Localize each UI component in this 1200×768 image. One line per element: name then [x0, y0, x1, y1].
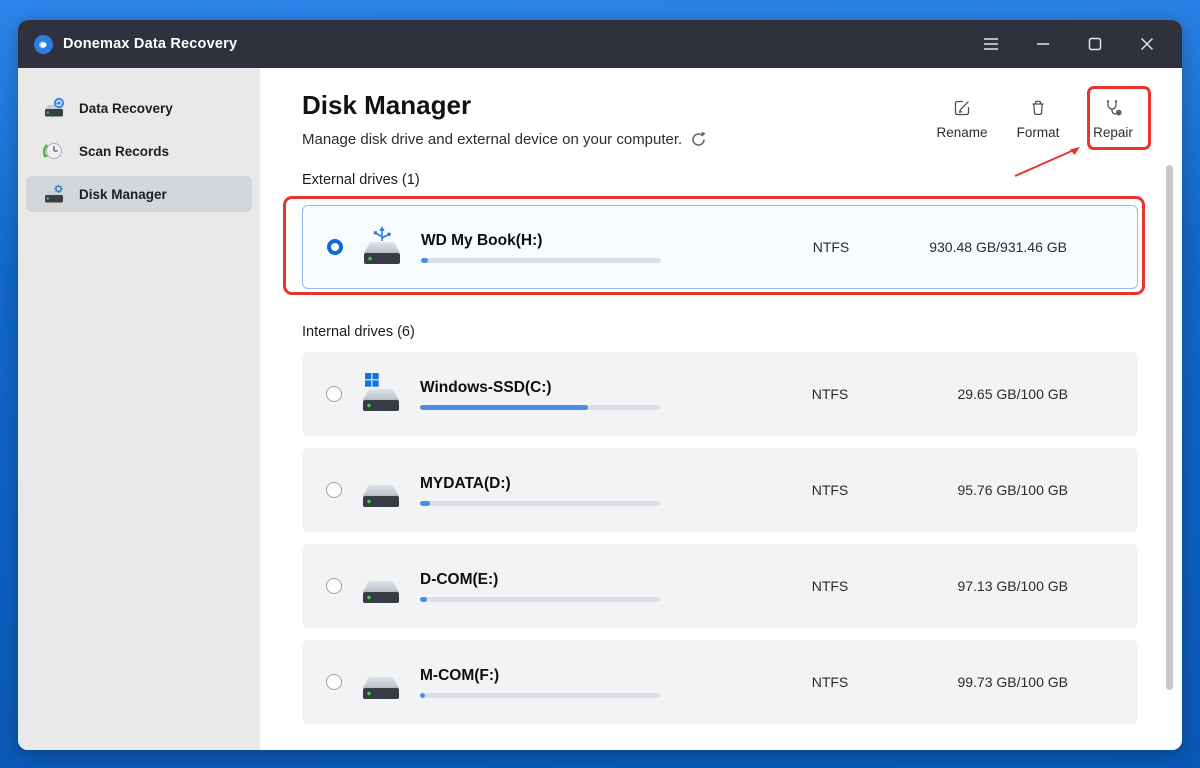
section-internal-drives: Internal drives (6): [302, 324, 415, 340]
drive-name: M-COM(F:): [420, 666, 500, 684]
usage-bar: [421, 257, 661, 263]
minimize-icon[interactable]: [1030, 29, 1056, 59]
disk-gear-icon: [45, 184, 63, 203]
usb-drive-icon: [364, 226, 400, 264]
format-trash-icon: [1032, 100, 1044, 116]
subtitle-row: Manage disk drive and external device on…: [302, 131, 707, 148]
page-title: Disk Manager: [302, 90, 472, 120]
capacity-label: 95.76 GB/100 GB: [957, 482, 1068, 498]
drive-icon: [363, 485, 399, 507]
radio-unselected[interactable]: [326, 482, 342, 498]
usage-bar: [420, 692, 660, 698]
app-logo-icon: [33, 34, 54, 54]
rename-label: Rename: [936, 125, 988, 140]
sidebar-item-data-recovery[interactable]: Data Recovery: [26, 90, 252, 126]
refresh-icon[interactable]: [690, 131, 707, 148]
drive-info: D-COM(E:): [420, 571, 660, 602]
usage-bar-fill: [420, 500, 430, 506]
drive-name: WD My Book(H:): [421, 231, 543, 249]
usage-bar-fill: [420, 692, 425, 698]
scan-records-icon: [42, 143, 62, 159]
windows-drive-icon: [363, 373, 399, 411]
window-controls: [978, 20, 1160, 68]
capacity-label: 29.65 GB/100 GB: [957, 386, 1068, 402]
capacity-label: 97.13 GB/100 GB: [957, 578, 1068, 594]
repair-label: Repair: [1093, 125, 1133, 140]
capacity-label: 930.48 GB/931.46 GB: [929, 239, 1067, 255]
rename-edit-icon: [954, 100, 970, 116]
drive-info: M-COM(F:): [420, 667, 660, 698]
sidebar-item-label: Disk Manager: [79, 186, 167, 202]
window-title: Donemax Data Recovery: [63, 36, 238, 52]
sidebar-item-label: Scan Records: [79, 143, 170, 159]
drive-icon: [363, 581, 399, 603]
drive-info: Windows-SSD(C:): [420, 379, 660, 410]
page-subtitle: Manage disk drive and external device on…: [302, 131, 683, 148]
menu-icon[interactable]: [978, 29, 1004, 59]
drive-name: Windows-SSD(C:): [420, 378, 552, 396]
filesystem-label: NTFS: [811, 482, 849, 498]
desktop: { "window": { "title": "Donemax Data Rec…: [0, 0, 1200, 768]
drive-recovery-icon: [45, 97, 65, 117]
drive-info: WD My Book(H:): [421, 232, 661, 263]
main-content: Disk Manager Manage disk drive and exter…: [260, 68, 1182, 750]
sidebar-item-label: Data Recovery: [79, 100, 173, 116]
format-button[interactable]: Format: [1008, 98, 1068, 140]
drive-icon: [363, 677, 399, 699]
annotation-arrow: [1014, 147, 1080, 177]
usage-bar: [420, 500, 660, 506]
usage-bar-fill: [420, 404, 588, 410]
maximize-icon[interactable]: [1082, 29, 1108, 59]
format-label: Format: [1016, 125, 1060, 140]
usage-bar-fill: [421, 257, 429, 263]
drive-row-wd-my-book[interactable]: WD My Book(H:) NTFS 930.48 GB/931.46 GB: [302, 205, 1138, 289]
drive-row-mydata[interactable]: MYDATA(D:) NTFS 95.76 GB/100 GB: [302, 448, 1138, 532]
usage-bar: [420, 596, 660, 602]
drive-name: MYDATA(D:): [420, 474, 511, 492]
sidebar-item-disk-manager[interactable]: Disk Manager: [26, 176, 252, 212]
drive-info: MYDATA(D:): [420, 475, 660, 506]
titlebar: Donemax Data Recovery: [18, 20, 1182, 68]
close-icon[interactable]: [1134, 29, 1160, 59]
radio-unselected[interactable]: [326, 578, 342, 594]
sidebar-item-scan-records[interactable]: Scan Records: [26, 133, 252, 169]
usage-bar: [420, 404, 660, 410]
filesystem-label: NTFS: [811, 674, 849, 690]
radio-unselected[interactable]: [326, 386, 342, 402]
section-external-drives: External drives (1): [302, 172, 420, 188]
filesystem-label: NTFS: [812, 239, 850, 255]
repair-button[interactable]: Repair: [1083, 98, 1143, 140]
scrollbar-thumb[interactable]: [1166, 165, 1173, 690]
radio-selected[interactable]: [327, 239, 343, 255]
radio-unselected[interactable]: [326, 674, 342, 690]
capacity-label: 99.73 GB/100 GB: [957, 674, 1068, 690]
usage-bar-fill: [420, 596, 428, 602]
drive-name: D-COM(E:): [420, 570, 499, 588]
rename-button[interactable]: Rename: [932, 98, 992, 140]
drive-row-windows-ssd[interactable]: Windows-SSD(C:) NTFS 29.65 GB/100 GB: [302, 352, 1138, 436]
filesystem-label: NTFS: [811, 386, 849, 402]
drive-row-d-com[interactable]: D-COM(E:) NTFS 97.13 GB/100 GB: [302, 544, 1138, 628]
sidebar: Data Recovery Scan Records Disk Manager: [18, 68, 260, 750]
filesystem-label: NTFS: [811, 578, 849, 594]
drive-row-m-com[interactable]: M-COM(F:) NTFS 99.73 GB/100 GB: [302, 640, 1138, 724]
app-window: Donemax Data Recovery Data Recovery Scan…: [18, 20, 1182, 750]
repair-stethoscope-icon: [1106, 100, 1122, 116]
